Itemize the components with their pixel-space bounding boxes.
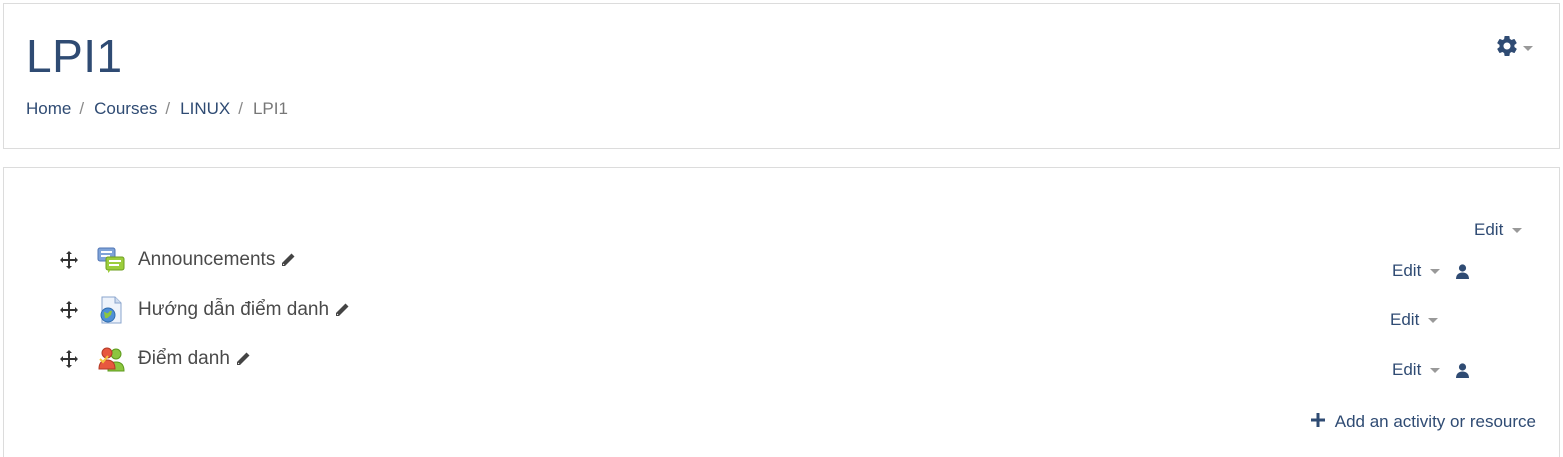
chevron-down-icon [1430, 268, 1441, 274]
pencil-icon[interactable] [334, 302, 350, 318]
breadcrumb-separator: / [165, 99, 171, 118]
activity-link[interactable]: Điểm danh [138, 348, 230, 370]
breadcrumb-courses[interactable]: Courses [94, 99, 157, 119]
forum-icon [97, 246, 125, 274]
chevron-down-icon [1430, 367, 1441, 373]
activity-link[interactable]: Hướng dẫn điểm danh [138, 299, 329, 321]
gear-icon [1495, 34, 1519, 63]
pencil-icon[interactable] [235, 351, 251, 367]
breadcrumb-linux[interactable]: LINUX [180, 99, 230, 119]
activity-item-announcements: Announcements [59, 245, 296, 275]
move-icon[interactable] [59, 250, 79, 270]
course-section: Edit Announcements Edit Hướng dẫn điểm d… [3, 167, 1560, 457]
chevron-down-icon [1523, 46, 1533, 51]
activity-item-huong-dan: Hướng dẫn điểm danh [59, 295, 350, 325]
move-icon[interactable] [59, 300, 79, 320]
section-edit-menu[interactable]: Edit [1474, 220, 1523, 240]
activity-edit-label: Edit [1390, 310, 1420, 329]
activity-edit-label: Edit [1392, 261, 1422, 280]
move-icon[interactable] [59, 349, 79, 369]
breadcrumb: Home / Courses / LINUX / LPI1 [26, 99, 288, 119]
activity-edit-menu[interactable]: Edit [1392, 261, 1469, 281]
activity-edit-label: Edit [1392, 360, 1422, 379]
page-header: LPI1 Home / Courses / LINUX / LPI1 [3, 3, 1560, 149]
breadcrumb-home[interactable]: Home [26, 99, 71, 119]
add-activity-label: Add an activity or resource [1334, 412, 1536, 431]
add-activity-button[interactable]: Add an activity or resource [1310, 412, 1536, 432]
url-page-icon [97, 296, 125, 324]
activity-item-diem-danh: Điểm danh [59, 344, 251, 374]
breadcrumb-separator: / [238, 99, 243, 118]
course-settings-menu[interactable] [1495, 34, 1533, 63]
section-edit-label: Edit [1474, 220, 1504, 239]
activity-link[interactable]: Announcements [138, 249, 275, 271]
user-icon[interactable] [1455, 362, 1469, 378]
breadcrumb-current: LPI1 [252, 99, 288, 118]
activity-edit-menu[interactable]: Edit [1390, 310, 1439, 330]
chevron-down-icon [1428, 317, 1439, 323]
user-icon[interactable] [1455, 263, 1469, 279]
page-title: LPI1 [26, 30, 123, 82]
breadcrumb-separator: / [79, 99, 85, 118]
chevron-down-icon [1512, 227, 1523, 233]
attendance-icon [97, 345, 125, 373]
plus-icon [1310, 412, 1325, 432]
activity-edit-menu[interactable]: Edit [1392, 360, 1469, 380]
pencil-icon[interactable] [280, 252, 296, 268]
